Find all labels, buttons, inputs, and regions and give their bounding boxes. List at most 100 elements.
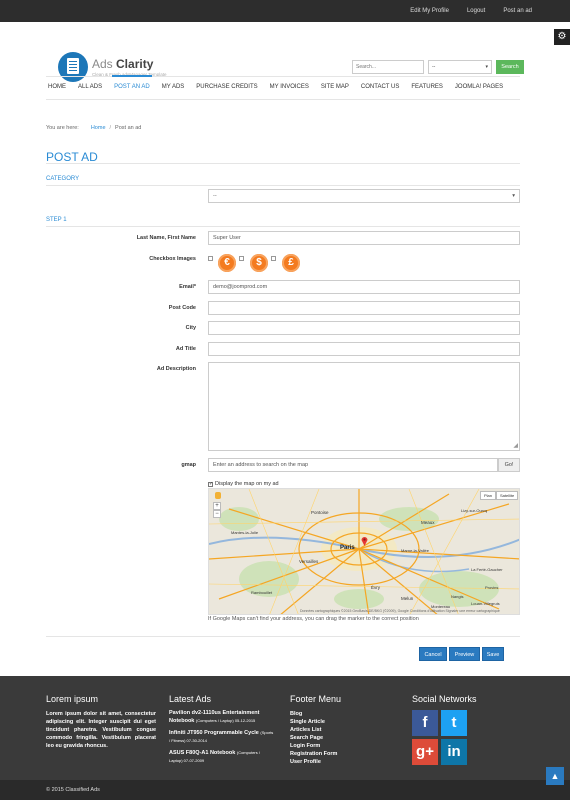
map-type-toggle: Plan Satellite — [480, 491, 519, 500]
category-field[interactable]: -- ▾ — [208, 189, 520, 203]
search-button[interactable]: Search — [496, 60, 524, 74]
map-type-satellite[interactable]: Satellite — [496, 491, 519, 500]
dollar-coin-icon: $ — [250, 254, 268, 272]
latest-ad-title: Infiniti JT950 Programmable Cycle — [169, 730, 259, 736]
page-title: POST AD — [46, 150, 98, 164]
latest-ad-title: ASUS F80Q-A1 Notebook — [169, 750, 236, 756]
search-input[interactable] — [352, 60, 424, 74]
pound-coin-icon: £ — [282, 254, 300, 272]
display-map-label: Display the map on my ad — [215, 481, 279, 487]
zoom-out-icon[interactable]: − — [213, 510, 221, 518]
nav-item-my-ads[interactable]: MY ADS — [160, 76, 187, 100]
checkbox-dollar[interactable] — [239, 256, 244, 261]
footer-menu-link[interactable]: Login Form — [290, 742, 390, 750]
city-field[interactable] — [208, 321, 520, 335]
footer-menu-link[interactable]: User Profile — [290, 758, 390, 766]
breadcrumb-separator: / — [109, 125, 112, 131]
footer-about-text: Lorem ipsum dolor sit amet, consectetur … — [46, 711, 156, 749]
ad-description-field[interactable]: ◢ — [208, 362, 520, 451]
email-field[interactable]: demo@joomprod.com — [208, 280, 520, 294]
footer-menu-link[interactable]: Search Page — [290, 734, 390, 742]
map-label-meaux: Meaux — [421, 520, 435, 525]
nav-item-site-map[interactable]: SITE MAP — [319, 76, 351, 100]
edit-profile-link[interactable]: Edit My Profile — [410, 8, 449, 14]
nav-item-post-an-ad[interactable]: POST AN AD — [112, 75, 152, 100]
facebook-icon[interactable]: f — [412, 710, 438, 736]
map-label-rambouillet: Rambouillet — [251, 590, 273, 595]
latest-ad-item[interactable]: Infiniti JT950 Programmable Cycle (Sport… — [169, 729, 274, 745]
resize-grip-icon[interactable]: ◢ — [513, 442, 518, 449]
footer-about-title: Lorem ipsum — [46, 694, 99, 704]
post-ad-link[interactable]: Post an ad — [503, 8, 532, 14]
zoom-in-icon[interactable]: + — [213, 502, 221, 510]
logout-link[interactable]: Logout — [467, 8, 485, 14]
display-map-checkbox[interactable]: Display the map on my ad — [208, 481, 279, 487]
checkbox-pound[interactable] — [271, 256, 276, 261]
category-heading: CATEGORY — [46, 176, 520, 186]
footer-menu-link[interactable]: Blog — [290, 710, 390, 718]
nav-item-purchase-credits[interactable]: PURCHASE CREDITS — [194, 76, 259, 100]
postcode-field[interactable] — [208, 301, 520, 315]
city-label: City — [185, 325, 196, 331]
gmap-address-input[interactable]: Enter an address to search on the map — [208, 458, 498, 472]
latest-ad-item[interactable]: Pavilion dv2-1110us Entertainment Notebo… — [169, 710, 274, 725]
gmap-go-button[interactable]: Go! — [498, 458, 520, 472]
twitter-icon[interactable]: t — [441, 710, 467, 736]
footer-menu-link[interactable]: Articles List — [290, 726, 390, 734]
chevron-down-icon: ▾ — [485, 64, 488, 70]
map-label-louan: Louan-Villegruis — [471, 601, 500, 606]
nav-item-contact-us[interactable]: CONTACT US — [359, 76, 401, 100]
map-zoom-controls[interactable]: + − — [213, 492, 223, 522]
gmap-label: gmap — [181, 462, 196, 468]
preview-button[interactable]: Preview — [449, 647, 480, 661]
google-plus-icon[interactable]: g+ — [412, 739, 438, 765]
nav-item-home[interactable]: HOME — [46, 76, 68, 100]
footer: Lorem ipsum Lorem ipsum dolor sit amet, … — [0, 676, 570, 780]
nav-item-my-invoices[interactable]: MY INVOICES — [268, 76, 311, 100]
step-heading: STEP 1 — [46, 217, 520, 227]
breadcrumb: You are here: Home / Post an ad — [46, 125, 141, 131]
scroll-to-top-icon[interactable]: ▲ — [546, 767, 564, 785]
name-field[interactable]: Super User — [208, 231, 520, 245]
copyright: © 2015 Classified Ads — [0, 780, 570, 800]
main-nav: HOME ALL ADS POST AN AD MY ADS PURCHASE CRED… — [46, 75, 520, 100]
ad-description-label: Ad Description — [156, 366, 196, 372]
map-marker-icon[interactable] — [361, 536, 368, 546]
map-label-mantes: Mantes-la-Jolie — [231, 530, 259, 535]
linkedin-icon[interactable]: in — [441, 739, 467, 765]
latest-ad-item[interactable]: ASUS F80Q-A1 Notebook (Computers / Lapto… — [169, 749, 274, 765]
map-label-evry: Évry — [371, 585, 380, 590]
cancel-button[interactable]: Cancel — [419, 647, 447, 661]
pegman-icon[interactable] — [215, 492, 221, 499]
map-hint: If Google Maps can't find your address, … — [208, 616, 419, 622]
nav-item-all-ads[interactable]: ALL ADS — [76, 76, 104, 100]
nav-item-joomla-pages[interactable]: JOOMLA! PAGES — [453, 76, 505, 100]
category-select[interactable]: -- ▾ — [428, 60, 492, 74]
footer-latest-ads-title: Latest Ads — [169, 694, 212, 704]
map-attribution: Données cartographiques ©2015 GeoBasis-D… — [300, 609, 500, 613]
map-label-marne: Marne-la-Vallée — [401, 548, 429, 553]
map-label-melun: Melun — [401, 596, 414, 601]
divider — [46, 636, 520, 637]
map-label-nangis: Nangis — [451, 594, 464, 599]
checkbox-images-label: Checkbox Images — [149, 256, 196, 262]
ad-title-field[interactable] — [208, 342, 520, 356]
map-label-provins: Provins — [485, 585, 499, 590]
map-type-plan[interactable]: Plan — [480, 491, 497, 500]
breadcrumb-home[interactable]: Home — [91, 125, 106, 131]
footer-menu-link[interactable]: Registration Form — [290, 750, 390, 758]
footer-menu: Footer Menu Blog Single Article Articles L… — [290, 694, 390, 766]
breadcrumb-current: Post an ad — [115, 125, 142, 131]
map-label-ferte: La Ferté-Gaucher — [471, 567, 503, 572]
ad-title-label: Ad Title — [175, 346, 196, 352]
latest-ad-meta: (Computers / Laptop) 05-12-2015 — [195, 718, 256, 723]
search-bar: --▾ Search — [352, 60, 524, 74]
logo-title: Ads Clarity — [92, 57, 154, 71]
top-bar: Edit My Profile Logout Post an ad — [0, 0, 570, 22]
map-label-versailles: Versailles — [299, 559, 319, 564]
nav-item-features[interactable]: FEATURES — [409, 76, 445, 100]
save-button[interactable]: Save — [482, 647, 504, 661]
checkbox-euro[interactable] — [208, 256, 213, 261]
footer-menu-link[interactable]: Single Article — [290, 718, 390, 726]
euro-coin-icon: € — [218, 254, 236, 272]
